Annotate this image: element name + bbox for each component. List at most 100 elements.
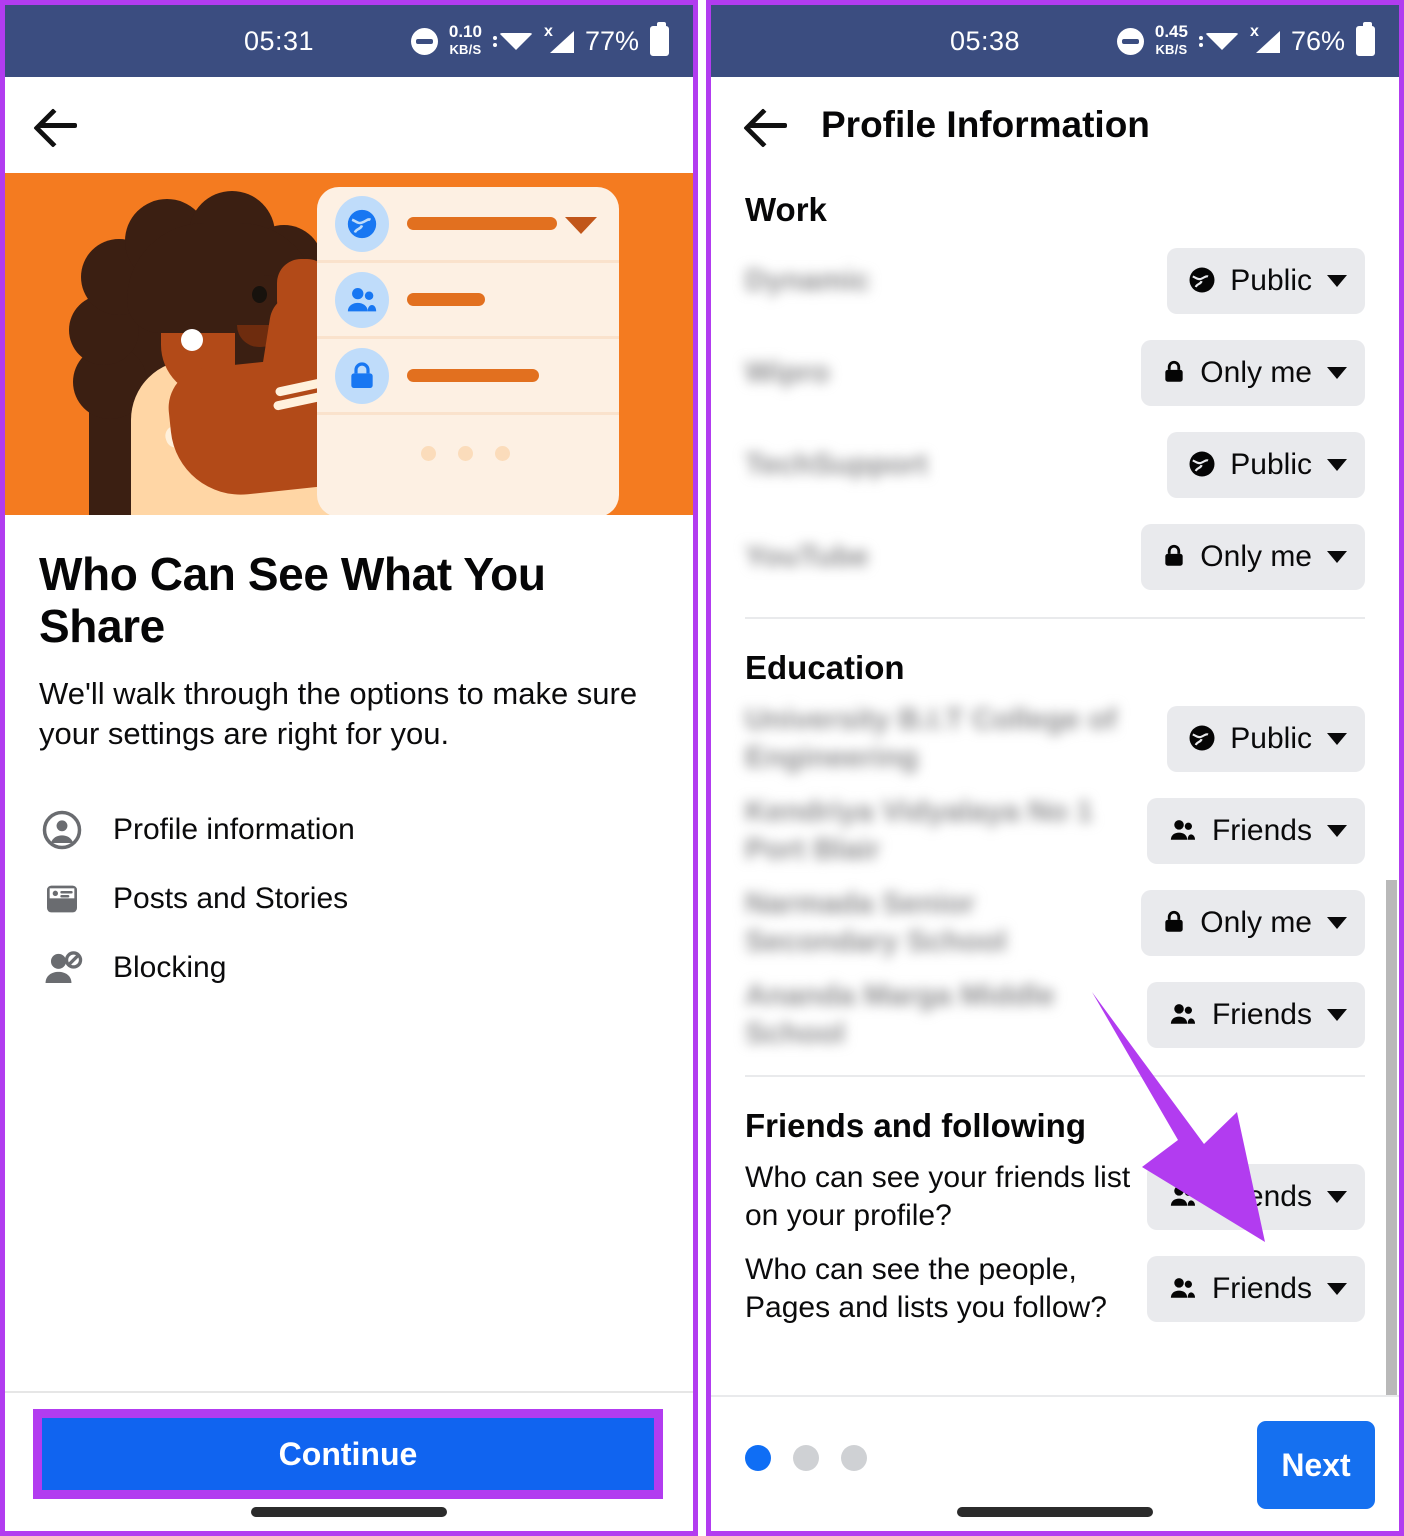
chevron-down-icon (1327, 1283, 1347, 1295)
globe-icon (1187, 265, 1217, 298)
friends-icon (1167, 1000, 1199, 1031)
chevron-down-icon (1327, 275, 1347, 287)
section-title-education: Education (745, 649, 905, 686)
row-label-redacted: University B.I.T College of Engineering (745, 703, 1117, 774)
row-label-redacted: Ananda Marga Middle School (745, 979, 1056, 1050)
page-indicator-dots (745, 1445, 867, 1471)
signal-no-sim-icon: x (1250, 24, 1280, 56)
row-label-redacted: TechSupport (745, 448, 928, 482)
chevron-down-icon (1327, 825, 1347, 837)
table-row[interactable]: Wipro Only me (711, 327, 1399, 419)
table-row[interactable]: YouTube Only me (711, 511, 1399, 603)
globe-icon (1187, 449, 1217, 482)
row-label-redacted: Dynamic (745, 264, 871, 298)
audience-label: Friends (1211, 1272, 1312, 1305)
signal-no-sim-icon: x (544, 24, 574, 56)
table-row[interactable]: University B.I.T College of Engineering … (711, 693, 1399, 785)
friends-list-audience-pill[interactable]: Friends (1146, 1164, 1365, 1230)
chevron-down-icon (1327, 367, 1347, 379)
page-dot-1[interactable] (745, 1445, 771, 1471)
friends-icon (1167, 1182, 1199, 1213)
vertical-scrollbar[interactable] (1386, 880, 1397, 1400)
chevron-down-icon (1327, 551, 1347, 563)
illustration-dots (317, 415, 619, 491)
chevron-down-icon (1327, 1009, 1347, 1021)
row-label-redacted: YouTube (745, 540, 869, 574)
audience-label: Only me (1200, 356, 1312, 389)
row-label-redacted: Narmada Senior Secondary School (745, 887, 1007, 958)
continue-button-highlight: Continue (33, 1409, 663, 1499)
privacy-checkup-illustration (5, 173, 693, 515)
illustration-row-globe (317, 187, 619, 263)
right-phone-panel: 05:38 0.45 KB/S x 76% Profile Informatio… (706, 0, 1404, 1536)
woman-illustration (67, 191, 357, 515)
page-dot-3[interactable] (841, 1445, 867, 1471)
page-dot-2[interactable] (793, 1445, 819, 1471)
battery-icon (1356, 22, 1375, 56)
illustration-row-lock (317, 339, 619, 415)
table-row[interactable]: TechSupport Public (711, 419, 1399, 511)
audience-label: Friends (1211, 998, 1312, 1031)
profile-information-list[interactable]: Work Dynamic Public Wipro Only me TechSu… (711, 173, 1399, 1403)
table-row[interactable]: Kendriya Vidyalaya No 1 Port Blair Frien… (711, 785, 1399, 877)
profile-avatar-icon (39, 807, 85, 853)
page-title: Profile Information (821, 104, 1150, 145)
row-label: Who can see your friends list on your pr… (745, 1161, 1131, 1232)
list-item[interactable]: Posts and Stories (39, 864, 659, 933)
list-item[interactable]: Blocking (39, 933, 659, 1002)
table-row[interactable]: Dynamic Public (711, 235, 1399, 327)
home-indicator (251, 1507, 447, 1517)
left-footer: Continue (5, 1391, 693, 1531)
right-footer: Next (711, 1395, 1399, 1531)
audience-label: Only me (1200, 906, 1312, 939)
left-phone-panel: 05:31 0.10 KB/S x 77% Who Can See What Y… (0, 0, 698, 1536)
follow-audience-pill[interactable]: Friends (1146, 1256, 1365, 1322)
audience-label: Friends (1211, 814, 1312, 847)
back-arrow-icon[interactable] (35, 102, 81, 148)
friends-icon (1167, 816, 1199, 847)
lock-icon (1161, 358, 1187, 389)
section-title-work: Work (745, 191, 827, 228)
audience-pill[interactable]: Public (1167, 706, 1365, 772)
do-not-disturb-icon (1116, 27, 1144, 55)
table-row[interactable]: Who can see the people, Pages and lists … (711, 1243, 1399, 1335)
back-arrow-icon[interactable] (745, 102, 791, 148)
list-item-label: Blocking (113, 950, 227, 984)
globe-icon (335, 195, 389, 252)
audience-pill[interactable]: Only me (1141, 524, 1365, 590)
audience-pill[interactable]: Only me (1141, 890, 1365, 956)
posts-stories-icon (39, 876, 85, 922)
section-title-friends-following: Friends and following (745, 1107, 1086, 1144)
lock-icon (335, 347, 389, 404)
audience-pill[interactable]: Only me (1141, 340, 1365, 406)
battery-icon (650, 22, 669, 56)
page-subtitle: We'll walk through the options to make s… (39, 676, 638, 751)
lock-icon (1161, 908, 1187, 939)
audience-pill[interactable]: Friends (1146, 982, 1365, 1048)
left-content: Who Can See What You Share We'll walk th… (5, 515, 693, 1002)
people-icon (335, 271, 389, 328)
list-item-label: Profile information (113, 812, 355, 846)
audience-pill[interactable]: Public (1167, 248, 1365, 314)
home-indicator (957, 1507, 1153, 1517)
table-row[interactable]: Ananda Marga Middle School Friends (711, 969, 1399, 1061)
audience-label: Public (1230, 448, 1312, 481)
chevron-down-icon (1327, 733, 1347, 745)
table-row[interactable]: Narmada Senior Secondary School Only me (711, 877, 1399, 969)
next-button[interactable]: Next (1257, 1421, 1375, 1509)
status-bar-right: 05:38 0.45 KB/S x 76% (711, 5, 1399, 77)
illustration-row-people (317, 263, 619, 339)
status-time: 05:38 (949, 25, 1021, 56)
status-time: 05:31 (243, 25, 315, 56)
audience-pill[interactable]: Public (1167, 432, 1365, 498)
continue-button[interactable]: Continue (42, 1418, 654, 1490)
chevron-down-icon (1327, 459, 1347, 471)
audience-pill[interactable]: Friends (1146, 798, 1365, 864)
audience-label: Only me (1200, 540, 1312, 573)
row-label: Who can see the people, Pages and lists … (745, 1253, 1107, 1324)
status-bar-left: 05:31 0.10 KB/S x 77% (5, 5, 693, 77)
table-row[interactable]: Who can see your friends list on your pr… (711, 1151, 1399, 1243)
globe-icon (1187, 723, 1217, 756)
left-app-bar (5, 77, 693, 173)
list-item[interactable]: Profile information (39, 795, 659, 864)
